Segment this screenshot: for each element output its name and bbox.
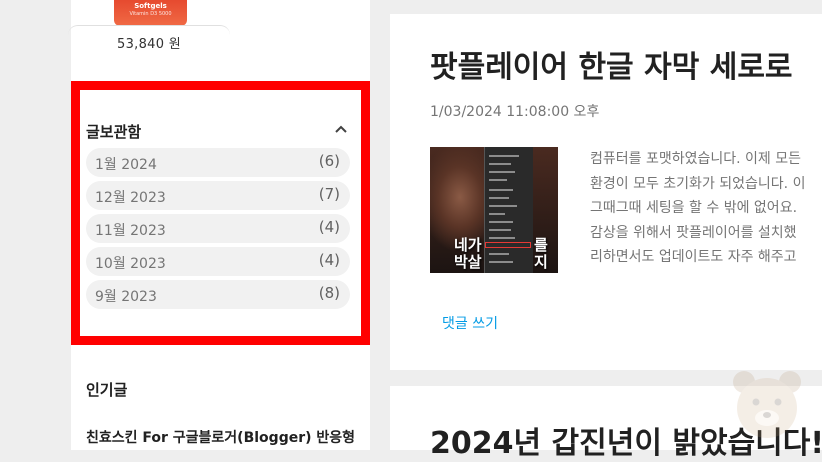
- thumbnail-menu-highlight: [485, 242, 531, 248]
- post-snippet-line: 환경이 모두 초기화가 되었습니다. 이: [590, 175, 806, 192]
- post-snippet-line: 컴퓨터를 포맷하였습니다. 이제 모든: [590, 151, 801, 167]
- archive-item-label: 1월 2024: [95, 157, 157, 173]
- archive-item-label: 10월 2023: [95, 256, 166, 272]
- archive-item[interactable]: 10월 2023 (4): [86, 247, 350, 276]
- product-image[interactable]: Softgels Vitamin D3 5000: [114, 0, 187, 26]
- post-snippet: 컴퓨터를 포맷하였습니다. 이제 모든 환경이 모두 초기화가 되었습니다. 이…: [590, 147, 822, 267]
- archive-item-label: 11월 2023: [95, 223, 166, 239]
- popular-posts-title: 인기글: [86, 381, 128, 399]
- archive-item[interactable]: 12월 2023 (7): [86, 181, 350, 210]
- post-snippet-line: 감상을 위해서 팟플레이어를 설치했: [590, 224, 797, 241]
- archive-item-count: (6): [318, 152, 340, 170]
- archive-title: 글보관함: [86, 123, 142, 141]
- post-snippet-line: 그때그때 세팅을 할 수 밖에 없어요.: [590, 200, 798, 216]
- post-date: 1/03/2024 11:08:00 오후: [430, 104, 600, 120]
- archive-item-count: (4): [318, 218, 340, 236]
- post-title[interactable]: 팟플레이어 한글 자막 세로로: [430, 42, 793, 86]
- archive-item-count: (7): [318, 185, 340, 203]
- archive-item[interactable]: 9월 2023 (8): [86, 280, 350, 309]
- chevron-up-icon[interactable]: [334, 124, 348, 134]
- write-comment-link[interactable]: 댓글 쓰기: [442, 313, 498, 333]
- product-image-subtext: Vitamin D3 5000: [129, 11, 172, 17]
- archive-item[interactable]: 11월 2023 (4): [86, 214, 350, 243]
- archive-item-label: 9월 2023: [95, 289, 157, 305]
- product-image-brand: Softgels: [134, 2, 167, 10]
- product-price: 53,840 원: [117, 37, 181, 52]
- archive-item-count: (8): [318, 284, 340, 302]
- thumbnail-context-menu-image: [484, 147, 533, 273]
- archive-list: 1월 2024 (6) 12월 2023 (7) 11월 2023 (4) 10…: [86, 148, 350, 313]
- archive-item[interactable]: 1월 2024 (6): [86, 148, 350, 177]
- post-thumbnail[interactable]: 네가 박살 를 지: [430, 147, 558, 273]
- thumbnail-caption: 지: [534, 253, 548, 271]
- popular-post-link[interactable]: 친효스킨 For 구글블로거(Blogger) 반응형: [86, 427, 356, 447]
- thumbnail-caption: 박살: [454, 253, 482, 271]
- bear-icon: [733, 371, 801, 438]
- archive-item-label: 12월 2023: [95, 190, 166, 206]
- post-snippet-line: 리하면서도 업데이트도 자주 해주고: [590, 249, 797, 265]
- archive-item-count: (4): [318, 251, 340, 269]
